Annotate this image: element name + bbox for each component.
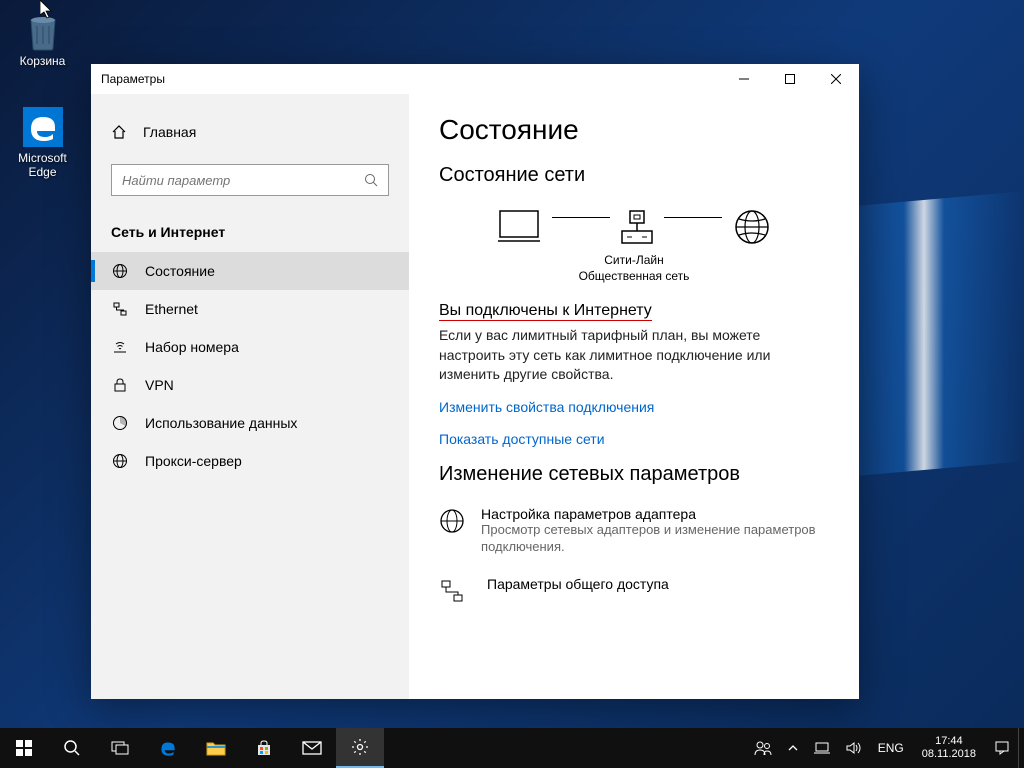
page-title: Состояние [439,114,829,146]
proxy-icon [111,453,129,469]
diagram-line [664,217,722,218]
network-diagram [439,207,829,247]
maximize-button[interactable] [767,64,813,94]
change-net-heading: Изменение сетевых параметров [439,463,829,486]
link-show-available-networks[interactable]: Показать доступные сети [439,431,829,447]
sidebar-item-status[interactable]: Состояние [91,252,409,290]
taskbar-explorer[interactable] [192,728,240,768]
sidebar-item-ethernet[interactable]: Ethernet [91,290,409,328]
edge-icon [21,105,65,149]
sidebar-section-title: Сеть и Интернет [91,216,409,252]
diagram-caption: Сити-Лайн Общественная сеть [439,253,829,284]
setting-row-adapter[interactable]: Настройка параметров адаптера Просмотр с… [439,506,829,556]
taskbar-store[interactable] [240,728,288,768]
tray-notifications-icon[interactable] [986,728,1018,768]
sidebar-item-label: VPN [145,377,174,393]
dialup-icon [111,339,129,355]
taskbar-edge[interactable] [144,728,192,768]
mouse-cursor [40,0,56,20]
data-usage-icon [111,415,129,431]
diagram-router-icon [620,207,654,247]
connected-heading: Вы подключены к Интернету [439,302,829,320]
setting-row-desc: Просмотр сетевых адаптеров и изменение п… [481,522,829,556]
sidebar-item-label: Использование данных [145,415,297,431]
close-button[interactable] [813,64,859,94]
setting-row-sharing[interactable]: Параметры общего доступа [439,576,829,604]
sidebar-item-datausage[interactable]: Использование данных [91,404,409,442]
tray-language[interactable]: ENG [870,728,912,768]
settings-window: Параметры Главная Сеть и Интернет Состоя… [91,64,859,699]
desktop-icon-label: Microsoft Edge [5,151,80,180]
diagram-line [552,217,610,218]
start-button[interactable] [0,728,48,768]
vpn-icon [111,377,129,393]
search-input[interactable] [122,173,364,188]
taskbar-settings[interactable] [336,728,384,768]
tray-network-icon[interactable] [806,728,838,768]
sidebar-item-dialup[interactable]: Набор номера [91,328,409,366]
taskbar: ENG 17:4408.11.2018 [0,728,1024,768]
sidebar-home-label: Главная [143,124,196,140]
tray-volume-icon[interactable] [838,728,870,768]
setting-row-title: Параметры общего доступа [487,576,669,592]
desktop-icon-edge[interactable]: Microsoft Edge [5,105,80,180]
taskbar-mail[interactable] [288,728,336,768]
adapter-icon [439,506,467,556]
window-controls [721,64,859,94]
sidebar-home[interactable]: Главная [91,114,409,150]
diagram-net-name: Сити-Лайн [439,253,829,269]
diagram-net-type: Общественная сеть [439,269,829,285]
sidebar-item-proxy[interactable]: Прокси-сервер [91,442,409,480]
sidebar-item-label: Состояние [145,263,215,279]
setting-row-title: Настройка параметров адаптера [481,506,829,522]
titlebar[interactable]: Параметры [91,64,859,94]
status-icon [111,263,129,279]
ethernet-icon [111,301,129,317]
system-tray: ENG 17:4408.11.2018 [746,728,1024,768]
diagram-globe-icon [732,207,772,247]
sidebar-item-label: Прокси-сервер [145,453,242,469]
home-icon [111,124,127,140]
settings-sidebar: Главная Сеть и Интернет Состояние Ethern… [91,94,409,699]
sidebar-item-vpn[interactable]: VPN [91,366,409,404]
sharing-icon [439,576,473,604]
tray-chevron-up-icon[interactable] [780,728,806,768]
taskbar-search[interactable] [48,728,96,768]
search-box[interactable] [111,164,389,196]
connected-body: Если у вас лимитный тарифный план, вы мо… [439,326,829,385]
sidebar-item-label: Ethernet [145,301,198,317]
settings-content: Состояние Состояние сети Сити-Лайн Общес… [409,94,859,699]
search-icon [364,173,378,187]
window-title: Параметры [101,72,165,86]
diagram-pc-icon [496,207,542,247]
link-change-connection-props[interactable]: Изменить свойства подключения [439,399,829,415]
tray-people-icon[interactable] [746,728,780,768]
minimize-button[interactable] [721,64,767,94]
sidebar-item-label: Набор номера [145,339,239,355]
tray-datetime[interactable]: 17:4408.11.2018 [912,728,986,768]
desktop-icon-label: Корзина [5,54,80,68]
taskbar-taskview[interactable] [96,728,144,768]
show-desktop-button[interactable] [1018,728,1024,768]
net-status-heading: Состояние сети [439,164,829,187]
